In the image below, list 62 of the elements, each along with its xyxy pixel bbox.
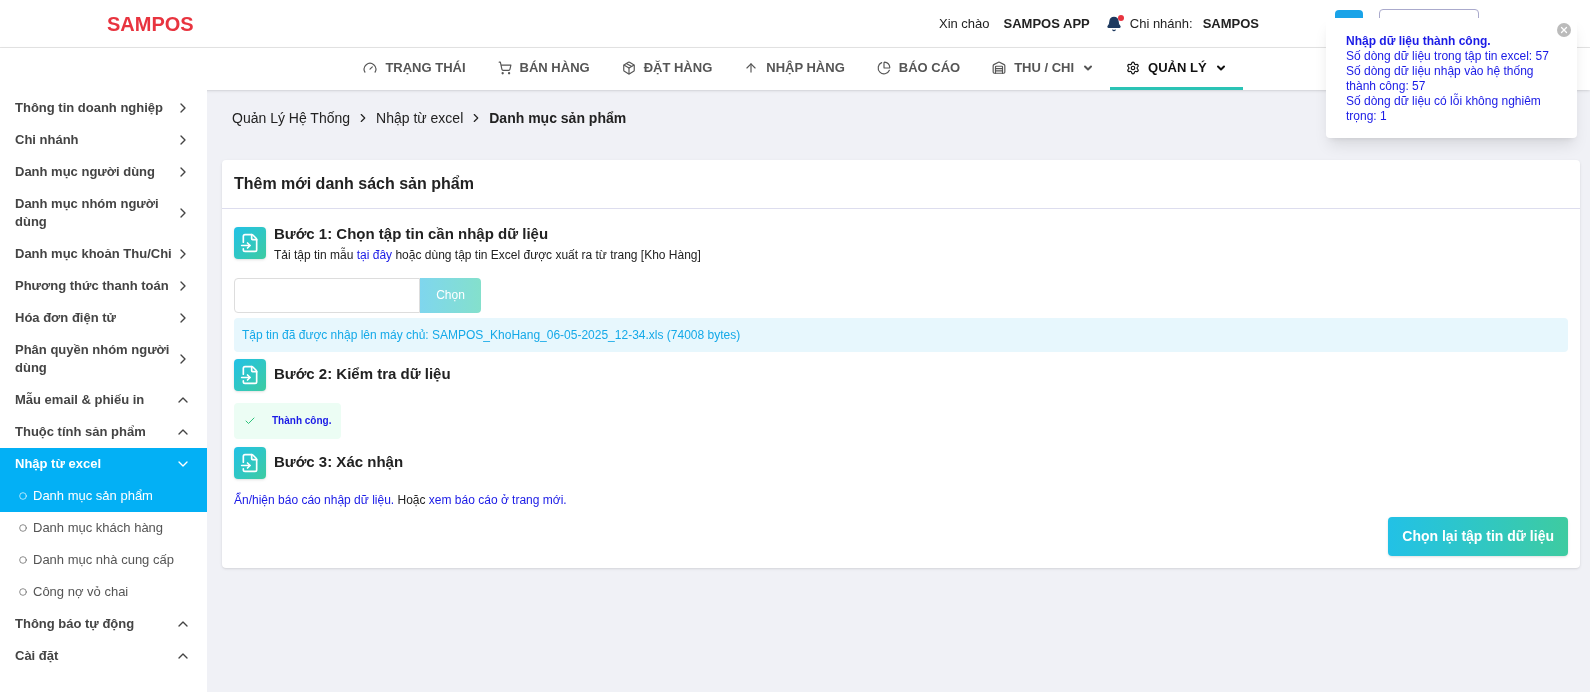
hint-text: Tải tập tin mẫu tại đây hoặc dùng tập tin Excel được xuất ra từ trang [Kho Hàng] <box>274 246 701 264</box>
file-import-icon <box>234 358 266 391</box>
step-title: Bước 2: Kiểm tra dữ liệu <box>274 364 451 385</box>
sidebar-item[interactable]: Thông báo tự động <box>0 608 207 640</box>
success-alert: Thành công. <box>234 402 342 439</box>
sidebar-item[interactable]: Danh mục khoản Thu/Chi <box>0 238 207 270</box>
sidebar-item[interactable]: Thuộc tính sản phẩm <box>0 416 207 448</box>
box-icon <box>621 60 636 75</box>
sidebar-subitem[interactable]: Danh mục khách hàng <box>0 512 207 544</box>
template-link[interactable]: tại đây <box>356 247 393 262</box>
sidebar-subitem[interactable]: Công nợ vỏ chai <box>0 576 207 608</box>
file-import-icon <box>234 227 266 260</box>
breadcrumb-item[interactable]: Quản Lý Hệ Thống <box>232 107 351 129</box>
uploaded-file-notice: Tập tin đã được nhập lên máy chủ: SAMPOS_KhoHang_06-05-2025_12-34.xls (74008 bytes) <box>234 317 1568 352</box>
nav-tab[interactable]: TRẠNG THÁI <box>347 48 482 90</box>
new-page-report-link[interactable]: xem báo cáo ở trang mới. <box>428 492 567 507</box>
logo[interactable]: SAMPOS <box>107 8 194 39</box>
toggle-report-link[interactable]: Ẩn/hiện báo cáo nhập dữ liệu. <box>234 492 395 507</box>
file-input-field[interactable] <box>234 277 420 313</box>
sidebar-item[interactable]: Danh mục nhóm người dùng <box>0 188 207 238</box>
circle-icon <box>19 556 27 564</box>
sidebar-item[interactable]: Phân quyền nhóm người dùng <box>0 334 207 384</box>
sidebar-item[interactable]: Cài đặt <box>0 640 207 672</box>
toast-line: Số dòng dữ liệu có lỗi không nghiêm trọng: 1 <box>1346 94 1542 124</box>
nav-tab[interactable]: ĐẶT HÀNG <box>605 48 729 90</box>
nav-tab[interactable]: QUẢN LÝ <box>1110 48 1243 90</box>
nav-tab[interactable]: BÁN HÀNG <box>481 48 606 90</box>
nav-tab[interactable]: BÁO CÁO <box>860 48 977 90</box>
branch-name: SAMPOS <box>1202 14 1259 33</box>
user-name: SAMPOS APP <box>1003 14 1090 33</box>
file-import-icon <box>234 446 266 479</box>
sidebar-item[interactable]: Danh mục người dùng <box>0 156 207 188</box>
branch-label: Chi nhánh: <box>1129 14 1193 33</box>
breadcrumb-item[interactable]: Nhập từ excel <box>376 107 464 129</box>
circle-icon <box>19 588 27 596</box>
sidebar-item[interactable]: Phương thức thanh toán <box>0 270 207 302</box>
card-title: Thêm mới danh sách sản phẩm <box>222 160 1580 209</box>
gauge-icon <box>363 60 378 75</box>
toast-title: Nhập dữ liệu thành công. <box>1346 34 1492 49</box>
cart-icon <box>497 60 512 75</box>
nav-tab[interactable]: THU / CHI <box>976 48 1111 90</box>
sidebar-item[interactable]: Thông tin doanh nghiệp <box>0 92 207 124</box>
step-title: Bước 3: Xác nhận <box>274 452 404 473</box>
breadcrumb-item: Danh mục sản phẩm <box>489 108 627 128</box>
greeting-text: Xin chào <box>938 14 990 33</box>
gear-icon <box>1126 60 1141 75</box>
garage-icon <box>992 60 1007 75</box>
circle-icon <box>19 524 27 532</box>
toast-line: Số dòng dữ liệu trong tập tin excel: 57 <box>1346 49 1550 64</box>
sidebar-item[interactable]: Hóa đơn điện tử <box>0 302 207 334</box>
sidebar-item[interactable]: Mẫu email & phiếu in <box>0 384 207 416</box>
sidebar-item[interactable]: Chi nhánh <box>0 124 207 156</box>
close-button[interactable] <box>1557 23 1571 37</box>
circle-icon <box>19 492 27 500</box>
step-title: Bước 1: Chọn tập tin cần nhập dữ liệu <box>274 224 550 244</box>
sidebar-subitem[interactable]: Danh mục nhà cung cấp <box>0 544 207 576</box>
toast-line: Số dòng dữ liệu nhập vào hệ thống thành công: 57 <box>1346 64 1535 93</box>
close-icon <box>1559 25 1569 35</box>
pie-chart-icon <box>876 60 891 75</box>
bell-icon[interactable] <box>1105 15 1122 32</box>
report-links-text: Ẩn/hiện báo cáo nhập dữ liệu. Hoặc xem báo cáo ở trang mới. <box>234 491 568 509</box>
nav-tab[interactable]: NHẬP HÀNG <box>728 48 861 90</box>
